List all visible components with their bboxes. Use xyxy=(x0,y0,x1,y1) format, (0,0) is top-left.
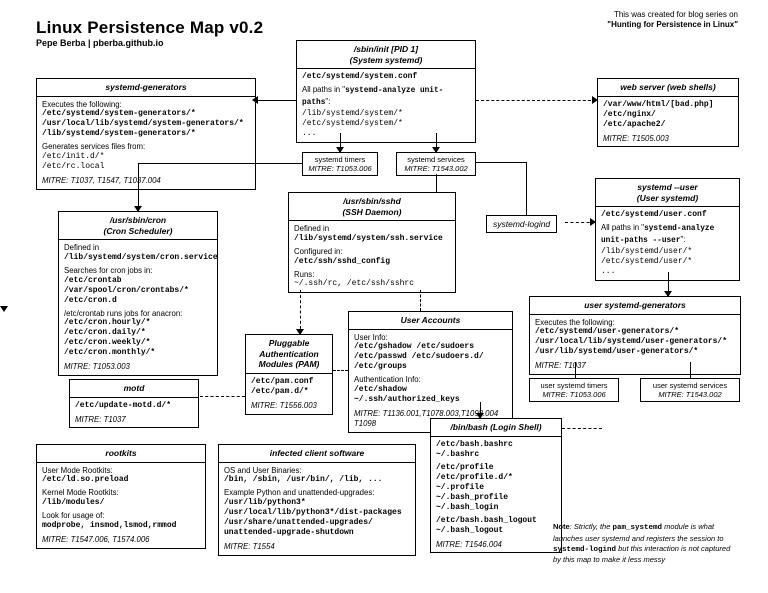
path: modprobe, insmod,lsmod,rmmod xyxy=(42,521,200,531)
path: /etc/ssh/sshd_config xyxy=(294,257,450,267)
mitre-ref: MITRE: T1037 xyxy=(75,415,193,425)
mitre-ref: MITRE: T1556.003 xyxy=(251,401,327,411)
path: ~/.ssh/rc, /etc/ssh/sshrc xyxy=(294,279,450,289)
path-list: /etc/bash.bashrc ~/.bashrc xyxy=(436,440,556,460)
mitre-ref: MITRE: T1037, T1547, T1037.004 xyxy=(42,176,250,186)
chip-user-timers: user systemd timersMITRE: T1053.006 xyxy=(529,378,619,402)
box-motd: motd /etc/update-motd.d/* MITRE: T1037 xyxy=(69,379,199,428)
chip-systemd-timers: systemd timersMITRE: T1053.006 xyxy=(302,152,378,176)
box-user-systemd-generators: user systemd-generators Executes the fol… xyxy=(529,296,741,375)
label: Defined in xyxy=(294,224,450,234)
path: /etc/ld.so.preload xyxy=(42,475,200,485)
path-list: /usr/lib/python3* /usr/local/lib/python3… xyxy=(224,498,410,538)
path-list: /etc/cron.hourly/* /etc/cron.daily/* /et… xyxy=(64,318,212,358)
path-list: /etc/gshadow /etc/sudoers /etc/passwd /e… xyxy=(354,342,507,372)
label: Authentication Info: xyxy=(354,375,507,385)
label: Executes the following: xyxy=(535,318,735,328)
path-list: /etc/crontab /var/spool/cron/crontabs/* … xyxy=(64,276,212,306)
box-init: /sbin/init [PID 1] (System systemd) /etc… xyxy=(296,40,476,143)
mitre-ref: MITRE: T1554 xyxy=(224,542,410,552)
box-cron: /usr/sbin/cron (Cron Scheduler) Defined … xyxy=(58,211,218,376)
mitre-ref: MITRE: T1547.006, T1574.006 xyxy=(42,535,200,545)
mitre-ref: MITRE: T1053.003 xyxy=(64,362,212,372)
hdr-infected: infected client software xyxy=(219,445,415,463)
hdr-init: /sbin/init [PID 1] (System systemd) xyxy=(297,41,475,69)
label-systemd-logind: systemd-logind xyxy=(486,215,557,233)
box-pam: Pluggable Authentication Modules (PAM) /… xyxy=(245,334,333,415)
label: /etc/crontab runs jobs for anacron: xyxy=(64,309,212,319)
label: Configured in: xyxy=(294,247,450,257)
path: /bin, /sbin, /usr/bin/, /lib, ... xyxy=(224,475,410,485)
hdr-cron: /usr/sbin/cron (Cron Scheduler) xyxy=(59,212,217,240)
hdr-user-gen: user systemd-generators xyxy=(530,297,740,315)
label: Executes the following: xyxy=(42,100,250,110)
label: Kernel Mode Rootkits: xyxy=(42,488,200,498)
label: All paths in "systemd-analyze unit-paths… xyxy=(302,85,470,108)
label: User Info: xyxy=(354,333,507,343)
chip-user-services: user systemd servicesMITRE: T1543.002 xyxy=(640,378,740,402)
hdr-rootkits: rootkits xyxy=(37,445,205,463)
path: /etc/systemd/user.conf xyxy=(601,210,734,220)
label: OS and User Binaries: xyxy=(224,466,410,476)
hdr-motd: motd xyxy=(70,380,198,398)
path-list: /etc/systemd/system-generators/* /usr/lo… xyxy=(42,109,250,139)
footnote: Note: Strictly, the pam_systemd module i… xyxy=(553,522,738,565)
box-bash: /bin/bash (Login Shell) /etc/bash.bashrc… xyxy=(430,418,562,553)
path-list: /etc/pam.conf /etc/pam.d/* xyxy=(251,377,327,397)
label: Example Python and unattended-upgrades: xyxy=(224,488,410,498)
hdr-systemd-user: systemd --user (User systemd) xyxy=(596,179,739,207)
box-systemd-generators: systemd-generators Executes the followin… xyxy=(36,78,256,190)
path-list: /etc/systemd/user-generators/* /usr/loca… xyxy=(535,327,735,357)
hdr-pam: Pluggable Authentication Modules (PAM) xyxy=(246,335,332,374)
chip-systemd-services: systemd servicesMITRE: T1543.002 xyxy=(396,152,476,176)
label: Runs: xyxy=(294,270,450,280)
path: /etc/update-motd.d/* xyxy=(75,401,193,411)
box-systemd-user: systemd --user (User systemd) /etc/syste… xyxy=(595,178,740,281)
hdr-bash: /bin/bash (Login Shell) xyxy=(431,419,561,437)
label: All paths in "systemd-analyze unit-paths… xyxy=(601,223,734,246)
mitre-ref: MITRE: T1037 xyxy=(535,361,735,371)
label: Defined in xyxy=(64,243,212,253)
page-title: Linux Persistence Map v0.2 xyxy=(36,18,263,38)
credit-text: This was created for blog series on "Hun… xyxy=(607,10,738,31)
hdr-sshd: /usr/sbin/sshd (SSH Daemon) xyxy=(289,193,455,221)
box-sshd: /usr/sbin/sshd (SSH Daemon) Defined in /… xyxy=(288,192,456,293)
path-list: /var/www/html/[bad.php] /etc/nginx/ /etc… xyxy=(603,100,733,130)
label: Searches for cron jobs in: xyxy=(64,266,212,276)
label: Generates services files from: xyxy=(42,142,250,152)
path-list: /etc/bash.bash_logout ~/.bash_logout xyxy=(436,516,556,536)
label: User Mode Rootkits: xyxy=(42,466,200,476)
path-list: /lib/systemd/system/* /etc/systemd/syste… xyxy=(302,109,470,139)
box-user-accounts: User Accounts User Info: /etc/gshadow /e… xyxy=(348,311,513,433)
page-subtitle: Pepe Berba | pberba.github.io xyxy=(36,38,164,48)
box-infected: infected client software OS and User Bin… xyxy=(218,444,416,556)
box-rootkits: rootkits User Mode Rootkits: /etc/ld.so.… xyxy=(36,444,206,549)
hdr-systemd-generators: systemd-generators xyxy=(37,79,255,97)
path-list: /etc/profile /etc/profile.d/* ~/.profile… xyxy=(436,463,556,513)
mitre-ref: MITRE: T1546.004 xyxy=(436,540,556,550)
path-list: /etc/shadow ~/.ssh/authorized_keys xyxy=(354,385,507,405)
mitre-ref: MITRE: T1505.003 xyxy=(603,134,733,144)
path: /lib/systemd/system/cron.service xyxy=(64,253,212,263)
hdr-web: web server (web shells) xyxy=(598,79,738,97)
path: /lib/systemd/system/ssh.service xyxy=(294,234,450,244)
box-web-server: web server (web shells) /var/www/html/[b… xyxy=(597,78,739,147)
path: /lib/modules/ xyxy=(42,498,200,508)
label: Look for usage of: xyxy=(42,511,200,521)
path: /etc/systemd/system.conf xyxy=(302,72,470,82)
hdr-accounts: User Accounts xyxy=(349,312,512,330)
